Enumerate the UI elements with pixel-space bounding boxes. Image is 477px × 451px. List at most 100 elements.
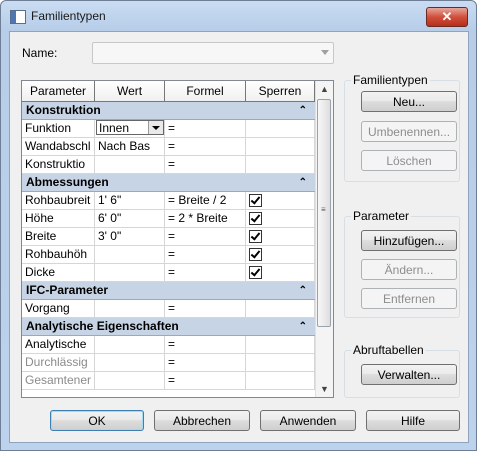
formula-cell[interactable]: =	[165, 372, 246, 389]
value-combobox[interactable]: Innen	[96, 120, 164, 135]
formula-cell[interactable]: =	[165, 138, 246, 155]
table-row[interactable]: Wandabschl Nach Bas =	[22, 138, 315, 156]
value-cell[interactable]	[95, 354, 165, 371]
lock-cell[interactable]	[246, 120, 315, 137]
formula-cell[interactable]: =	[165, 120, 246, 137]
name-combobox[interactable]	[92, 42, 334, 64]
lock-cell[interactable]	[246, 138, 315, 155]
value-cell[interactable]: 3' 0"	[95, 228, 165, 245]
add-parameter-button[interactable]: Hinzufügen...	[361, 230, 457, 251]
param-name-cell[interactable]: Konstruktio	[22, 156, 95, 173]
value-cell[interactable]	[95, 264, 165, 281]
formula-cell[interactable]: = Breite / 2	[165, 192, 246, 209]
lock-cell[interactable]	[246, 192, 315, 209]
app-icon	[10, 10, 26, 24]
table-row[interactable]: Gesamtener =	[22, 372, 315, 390]
new-button[interactable]: Neu...	[361, 91, 457, 112]
header-parameter[interactable]: Parameter	[22, 81, 95, 101]
formula-cell[interactable]: =	[165, 300, 246, 317]
lock-cell[interactable]	[246, 264, 315, 281]
lock-checkbox[interactable]	[249, 230, 262, 243]
formula-cell[interactable]: =	[165, 336, 246, 353]
table-row[interactable]: Konstruktio =	[22, 156, 315, 174]
lock-checkbox[interactable]	[249, 194, 262, 207]
header-lock[interactable]: Sperren	[245, 81, 315, 101]
header-value[interactable]: Wert	[95, 81, 166, 101]
header-formula[interactable]: Formel	[165, 81, 246, 101]
formula-cell[interactable]: =	[165, 228, 246, 245]
group-header[interactable]: Analytische Eigenschaften ⌃	[22, 318, 315, 336]
title-bar[interactable]: Familientypen ✕	[1, 1, 476, 31]
table-row[interactable]: Rohbaubreit 1' 6" = Breite / 2	[22, 192, 315, 210]
lock-checkbox[interactable]	[249, 266, 262, 279]
value-cell[interactable]: Innen	[95, 120, 165, 137]
lock-cell[interactable]	[246, 300, 315, 317]
table-row[interactable]: Rohbauhöh =	[22, 246, 315, 264]
apply-button[interactable]: Anwenden	[260, 410, 356, 431]
lock-cell[interactable]	[246, 372, 315, 389]
scroll-thumb[interactable]: ≡	[317, 99, 331, 327]
param-name-cell[interactable]: Funktion	[22, 120, 95, 137]
lock-cell[interactable]	[246, 246, 315, 263]
lock-checkbox[interactable]	[249, 212, 262, 225]
table-row[interactable]: Vorgang =	[22, 300, 315, 318]
param-name-cell[interactable]: Gesamtener	[22, 372, 95, 389]
param-name-cell[interactable]: Analytische	[22, 336, 95, 353]
grid-rows: Konstruktion ⌃ Funktion Innen = Wandabschl Nac…	[22, 102, 315, 390]
lock-checkbox[interactable]	[249, 248, 262, 261]
table-row[interactable]: Höhe 6' 0" = 2 * Breite	[22, 210, 315, 228]
param-name-cell[interactable]: Rohbauhöh	[22, 246, 95, 263]
rename-button[interactable]: Umbenennen...	[361, 121, 457, 142]
collapse-icon[interactable]: ⌃	[299, 282, 307, 299]
value-cell[interactable]	[95, 246, 165, 263]
parameter-group: Parameter Hinzufügen... Ändern... Entfer…	[344, 209, 460, 318]
table-row[interactable]: Breite 3' 0" =	[22, 228, 315, 246]
param-name-cell[interactable]: Rohbaubreit	[22, 192, 95, 209]
lock-cell[interactable]	[246, 228, 315, 245]
lock-cell[interactable]	[246, 354, 315, 371]
scroll-down-icon[interactable]: ▼	[320, 384, 329, 394]
formula-cell[interactable]: =	[165, 156, 246, 173]
dropdown-arrow-icon[interactable]	[148, 121, 163, 134]
formula-cell[interactable]: = 2 * Breite	[165, 210, 246, 227]
table-row[interactable]: Funktion Innen =	[22, 120, 315, 138]
formula-cell[interactable]: =	[165, 354, 246, 371]
formula-cell[interactable]: =	[165, 246, 246, 263]
value-cell[interactable]	[95, 336, 165, 353]
group-header[interactable]: Abmessungen ⌃	[22, 174, 315, 192]
value-cell[interactable]: 1' 6"	[95, 192, 165, 209]
table-row[interactable]: Analytische =	[22, 336, 315, 354]
table-row[interactable]: Dicke =	[22, 264, 315, 282]
lock-cell[interactable]	[246, 156, 315, 173]
param-name-cell[interactable]: Vorgang	[22, 300, 95, 317]
vertical-scrollbar[interactable]: ▲ ≡ ▼	[315, 81, 333, 397]
param-name-cell[interactable]: Durchlässig	[22, 354, 95, 371]
table-row[interactable]: Durchlässig =	[22, 354, 315, 372]
value-cell[interactable]: Nach Bas	[95, 138, 165, 155]
ok-button[interactable]: OK	[50, 410, 144, 431]
delete-button[interactable]: Löschen	[361, 150, 457, 171]
collapse-icon[interactable]: ⌃	[299, 174, 307, 191]
collapse-icon[interactable]: ⌃	[299, 102, 307, 119]
scroll-up-icon[interactable]: ▲	[320, 84, 329, 94]
value-cell[interactable]	[95, 300, 165, 317]
modify-parameter-button[interactable]: Ändern...	[361, 259, 457, 280]
value-cell[interactable]	[95, 372, 165, 389]
param-name-cell[interactable]: Dicke	[22, 264, 95, 281]
value-cell[interactable]: 6' 0"	[95, 210, 165, 227]
value-cell[interactable]	[95, 156, 165, 173]
group-header[interactable]: IFC-Parameter ⌃	[22, 282, 315, 300]
lock-cell[interactable]	[246, 210, 315, 227]
param-name-cell[interactable]: Höhe	[22, 210, 95, 227]
remove-parameter-button[interactable]: Entfernen	[361, 288, 457, 309]
group-header[interactable]: Konstruktion ⌃	[22, 102, 315, 120]
cancel-button[interactable]: Abbrechen	[154, 410, 250, 431]
lock-cell[interactable]	[246, 336, 315, 353]
help-button[interactable]: Hilfe	[366, 410, 460, 431]
manage-lookup-button[interactable]: Verwalten...	[361, 364, 457, 385]
param-name-cell[interactable]: Wandabschl	[22, 138, 95, 155]
formula-cell[interactable]: =	[165, 264, 246, 281]
collapse-icon[interactable]: ⌃	[299, 318, 307, 335]
close-button[interactable]: ✕	[426, 7, 468, 27]
param-name-cell[interactable]: Breite	[22, 228, 95, 245]
